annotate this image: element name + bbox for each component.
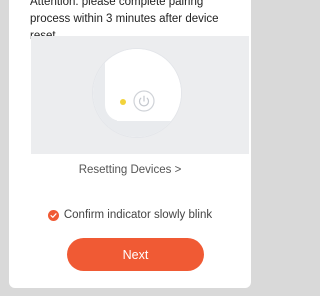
power-icon — [133, 90, 155, 112]
check-icon[interactable] — [47, 209, 59, 221]
resetting-devices-link[interactable]: Resetting Devices > — [0, 164, 260, 176]
confirm-label: Confirm indicator slowly blink — [63, 209, 213, 221]
indicator-light-icon — [120, 99, 126, 105]
confirm-checkbox[interactable]: Confirm indicator slowly blink — [0, 209, 260, 221]
device-zoom-circle — [92, 48, 182, 138]
device-illustration — [31, 36, 249, 154]
device-bottom-shade — [93, 121, 181, 137]
next-button[interactable]: Next — [67, 238, 204, 271]
